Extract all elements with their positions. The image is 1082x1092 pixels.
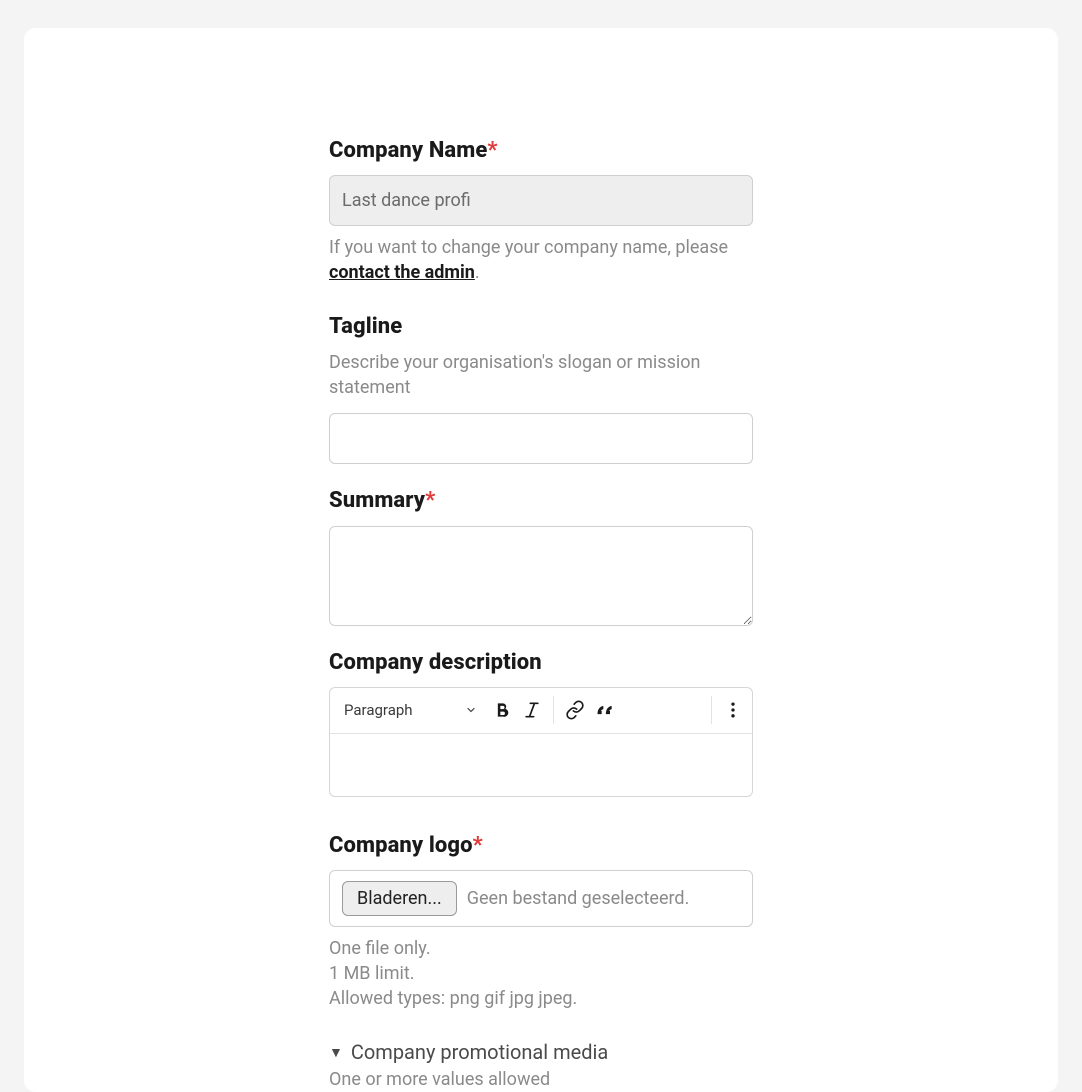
tagline-description: Describe your organisation's slogan or m… xyxy=(329,351,753,401)
quote-icon xyxy=(595,700,615,720)
caret-down-icon: ▼ xyxy=(329,1044,343,1061)
company-name-input xyxy=(329,175,753,226)
promo-media-toggle[interactable]: ▼ Company promotional media xyxy=(329,1040,753,1064)
required-mark: * xyxy=(425,488,435,513)
required-mark: * xyxy=(473,833,483,858)
help-suffix: . xyxy=(475,262,480,283)
help-prefix: If you want to change your company name,… xyxy=(329,237,728,258)
field-tagline: Tagline Describe your organisation's slo… xyxy=(329,314,753,464)
rte-content-area[interactable] xyxy=(330,734,752,796)
promo-media-title: Company promotional media xyxy=(351,1040,608,1064)
field-summary: Summary* xyxy=(329,488,753,629)
chevron-down-icon xyxy=(465,704,477,716)
contact-admin-link[interactable]: contact the admin xyxy=(329,262,475,283)
company-name-help: If you want to change your company name,… xyxy=(329,236,753,286)
browse-button[interactable]: Bladeren... xyxy=(342,881,457,916)
tagline-label: Tagline xyxy=(329,314,753,339)
quote-button[interactable] xyxy=(590,695,620,725)
bold-icon xyxy=(492,700,512,720)
label-text: Company Name xyxy=(329,138,487,163)
italic-icon xyxy=(522,700,542,720)
form-area: Company Name* If you want to change your… xyxy=(329,138,753,1092)
link-icon xyxy=(565,700,585,720)
file-status-text: Geen bestand geselecteerd. xyxy=(467,888,690,909)
file-help-line: One file only. xyxy=(329,937,753,962)
file-help-block: One file only. 1 MB limit. Allowed types… xyxy=(329,937,753,1011)
rte-toolbar: Paragraph xyxy=(330,688,752,734)
tagline-input[interactable] xyxy=(329,413,753,464)
field-company-name: Company Name* If you want to change your… xyxy=(329,138,753,286)
label-text: Company logo xyxy=(329,833,473,858)
toolbar-separator xyxy=(553,696,554,724)
toolbar-separator xyxy=(711,696,712,724)
rich-text-editor: Paragraph xyxy=(329,687,753,797)
summary-textarea[interactable] xyxy=(329,526,753,626)
company-logo-label: Company logo* xyxy=(329,833,753,858)
more-button[interactable] xyxy=(718,695,748,725)
link-button[interactable] xyxy=(560,695,590,725)
file-help-line: Allowed types: png gif jpg jpeg. xyxy=(329,987,753,1012)
summary-label: Summary* xyxy=(329,488,753,513)
required-mark: * xyxy=(487,138,497,163)
rte-block-format-select[interactable]: Paragraph xyxy=(334,688,487,733)
company-name-label: Company Name* xyxy=(329,138,753,163)
field-company-logo: Company logo* Bladeren... Geen bestand g… xyxy=(329,833,753,1012)
italic-button[interactable] xyxy=(517,695,547,725)
more-vertical-icon xyxy=(723,700,743,720)
company-description-label: Company description xyxy=(329,650,753,675)
file-input-wrap: Bladeren... Geen bestand geselecteerd. xyxy=(329,870,753,927)
bold-button[interactable] xyxy=(487,695,517,725)
file-help-line: 1 MB limit. xyxy=(329,962,753,987)
rte-block-label: Paragraph xyxy=(344,701,413,719)
form-card: Company Name* If you want to change your… xyxy=(24,28,1058,1092)
label-text: Summary xyxy=(329,488,425,513)
promo-media-help: One or more values allowed xyxy=(329,1068,753,1092)
field-company-description: Company description Paragraph xyxy=(329,650,753,797)
